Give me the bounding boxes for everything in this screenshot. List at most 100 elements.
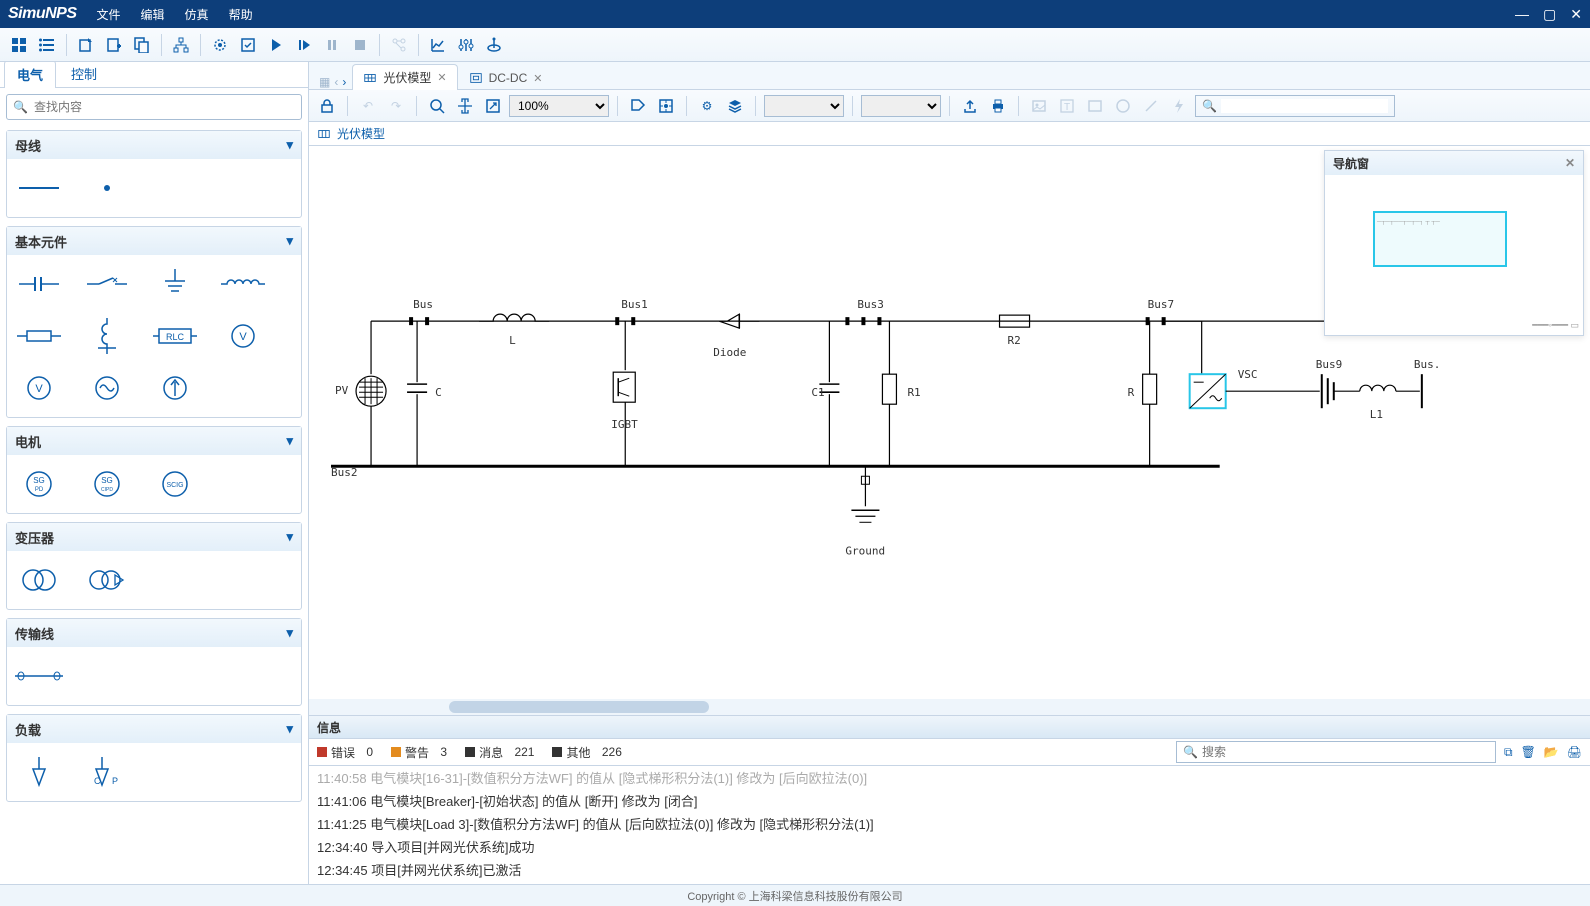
nav-menu-icon[interactable]: ▦ <box>319 75 330 89</box>
message-row[interactable]: 12:34:45 项目[并网光伏系统]已激活 <box>309 858 1590 881</box>
layers-icon[interactable] <box>723 94 747 118</box>
category-transmission-header[interactable]: 传输线▾ <box>7 619 301 647</box>
menu-simulate[interactable]: 仿真 <box>185 6 209 23</box>
comp-transmission-line[interactable] <box>13 655 65 697</box>
library-search[interactable]: 🔍 <box>6 94 302 120</box>
tag-icon[interactable] <box>626 94 650 118</box>
close-icon[interactable]: ✕ <box>1565 156 1575 170</box>
comp-voltmeter[interactable]: V <box>13 367 65 409</box>
comp-load-cp[interactable]: CP <box>81 751 133 793</box>
comp-capacitor[interactable] <box>13 263 65 305</box>
category-bus-header[interactable]: 母线▾ <box>7 131 301 159</box>
bolt-icon[interactable] <box>1167 94 1191 118</box>
tab-control[interactable]: 控制 <box>58 62 110 87</box>
message-search-input[interactable] <box>1202 745 1489 759</box>
tab-dcdc[interactable]: DC-DC ✕ <box>458 66 554 89</box>
image-icon[interactable] <box>1027 94 1051 118</box>
minimize-button[interactable]: — <box>1515 6 1529 23</box>
message-row[interactable]: 12:34:40 导入项目[并网光伏系统]成功 <box>309 835 1590 858</box>
message-row[interactable]: 11:41:25 电气模块[Load 3]-[数值积分方法WF] 的值从 [后向… <box>309 812 1590 835</box>
list-view-icon[interactable] <box>34 32 60 58</box>
build-settings-icon[interactable] <box>207 32 233 58</box>
export-icon[interactable] <box>73 32 99 58</box>
rect-icon[interactable] <box>1083 94 1107 118</box>
grid-view-icon[interactable] <box>6 32 32 58</box>
stop-icon[interactable] <box>347 32 373 58</box>
build-icon[interactable] <box>235 32 261 58</box>
message-row[interactable]: 11:40:58 电气模块[16-31]-[数值积分方法WF] 的值从 [隐式梯… <box>309 766 1590 789</box>
circle-icon[interactable] <box>1111 94 1135 118</box>
zoom-icon[interactable] <box>425 94 449 118</box>
library-search-input[interactable] <box>34 100 295 114</box>
canvas[interactable]: Bus Bus1 Bus3 Bus7 Bus2 PV C <box>309 146 1590 715</box>
print-icon[interactable] <box>986 94 1010 118</box>
comp-transformer-3w[interactable] <box>81 559 133 601</box>
hierarchy-icon[interactable] <box>168 32 194 58</box>
copy-file-icon[interactable] <box>129 32 155 58</box>
link-icon[interactable] <box>386 32 412 58</box>
comp-switch[interactable] <box>81 263 133 305</box>
gear-icon[interactable]: ⚙ <box>695 94 719 118</box>
comp-transformer-2w[interactable] <box>13 559 65 601</box>
tab-electrical[interactable]: 电气 <box>4 62 56 88</box>
comp-inductor[interactable] <box>217 263 269 305</box>
copy-icon[interactable]: ⧉ <box>1504 745 1513 760</box>
category-transformer-header[interactable]: 变压器▾ <box>7 523 301 551</box>
scrollbar-thumb[interactable] <box>449 701 709 713</box>
undo-icon[interactable]: ↶ <box>356 94 380 118</box>
menu-help[interactable]: 帮助 <box>229 6 253 23</box>
sliders-icon[interactable] <box>453 32 479 58</box>
message-row[interactable]: 11:41:06 电气模块[Breaker]-[初始状态] 的值从 [断开] 修… <box>309 789 1590 812</box>
run-icon[interactable] <box>263 32 289 58</box>
comp-bus-dot[interactable] <box>81 167 133 209</box>
line-tool-icon[interactable] <box>1139 94 1163 118</box>
filter-warning[interactable]: 警告 3 <box>391 744 447 761</box>
canvas-search-input[interactable] <box>1221 99 1388 113</box>
comp-bus-line[interactable] <box>13 167 65 209</box>
chart-icon[interactable] <box>425 32 451 58</box>
navigator-body[interactable]: ─┬─┬──┬─┬─┐ ┬ ┬─ ━━━◦━━━ ▭ <box>1325 175 1583 335</box>
comp-current-source[interactable] <box>149 367 201 409</box>
comp-load[interactable] <box>13 751 65 793</box>
nav-back-icon[interactable]: ‹ <box>334 75 338 89</box>
nav-fwd-icon[interactable]: › <box>342 75 346 89</box>
lock-icon[interactable] <box>315 94 339 118</box>
canvas-horizontal-scrollbar[interactable] <box>309 699 1590 715</box>
comp-sg-cipd[interactable]: SGCIPD <box>81 463 133 505</box>
close-button[interactable]: ✕ <box>1570 6 1582 23</box>
filter-other[interactable]: 其他 226 <box>552 744 621 761</box>
pause-icon[interactable] <box>319 32 345 58</box>
filter-error[interactable]: 错误 0 <box>317 744 373 761</box>
category-machine-header[interactable]: 电机▾ <box>7 427 301 455</box>
comp-sg-pd[interactable]: SGPD <box>13 463 65 505</box>
filter-info[interactable]: 消息 221 <box>465 744 534 761</box>
comp-voltage-source[interactable]: V <box>217 315 269 357</box>
navigator-zoom-controls[interactable]: ━━━◦━━━ ▭ <box>1532 320 1579 331</box>
tab-close-icon[interactable]: ✕ <box>533 72 542 85</box>
category-basic-header[interactable]: 基本元件▾ <box>7 227 301 255</box>
step-icon[interactable] <box>291 32 317 58</box>
text-icon[interactable]: T <box>1055 94 1079 118</box>
delete-icon[interactable]: 🗑 <box>1521 745 1536 759</box>
comp-rlc[interactable]: RLC <box>149 315 201 357</box>
redo-icon[interactable]: ↷ <box>384 94 408 118</box>
navigator-panel[interactable]: 导航窗 ✕ ─┬─┬──┬─┬─┐ ┬ ┬─ ━━━◦━━━ ▭ <box>1324 150 1584 336</box>
pan-icon[interactable] <box>453 94 477 118</box>
tab-photovoltaic[interactable]: 光伏模型 ✕ <box>352 64 457 90</box>
comp-nonlinear-ind[interactable] <box>81 315 133 357</box>
fit-icon[interactable] <box>481 94 505 118</box>
menu-file[interactable]: 文件 <box>97 6 121 23</box>
comp-resistor[interactable] <box>13 315 65 357</box>
upload-icon[interactable] <box>958 94 982 118</box>
add-file-icon[interactable] <box>101 32 127 58</box>
folder-open-icon[interactable]: 📂 <box>1544 745 1559 759</box>
zoom-select[interactable]: 100% <box>509 95 609 117</box>
scope-icon[interactable] <box>481 32 507 58</box>
maximize-button[interactable]: ▢ <box>1543 6 1556 23</box>
message-list[interactable]: 11:40:58 电气模块[16-31]-[数值积分方法WF] 的值从 [隐式梯… <box>309 766 1590 884</box>
combo-1[interactable] <box>764 95 844 117</box>
menu-edit[interactable]: 编辑 <box>141 6 165 23</box>
target-icon[interactable] <box>654 94 678 118</box>
tab-close-icon[interactable]: ✕ <box>437 71 446 84</box>
comp-ac-source[interactable] <box>81 367 133 409</box>
